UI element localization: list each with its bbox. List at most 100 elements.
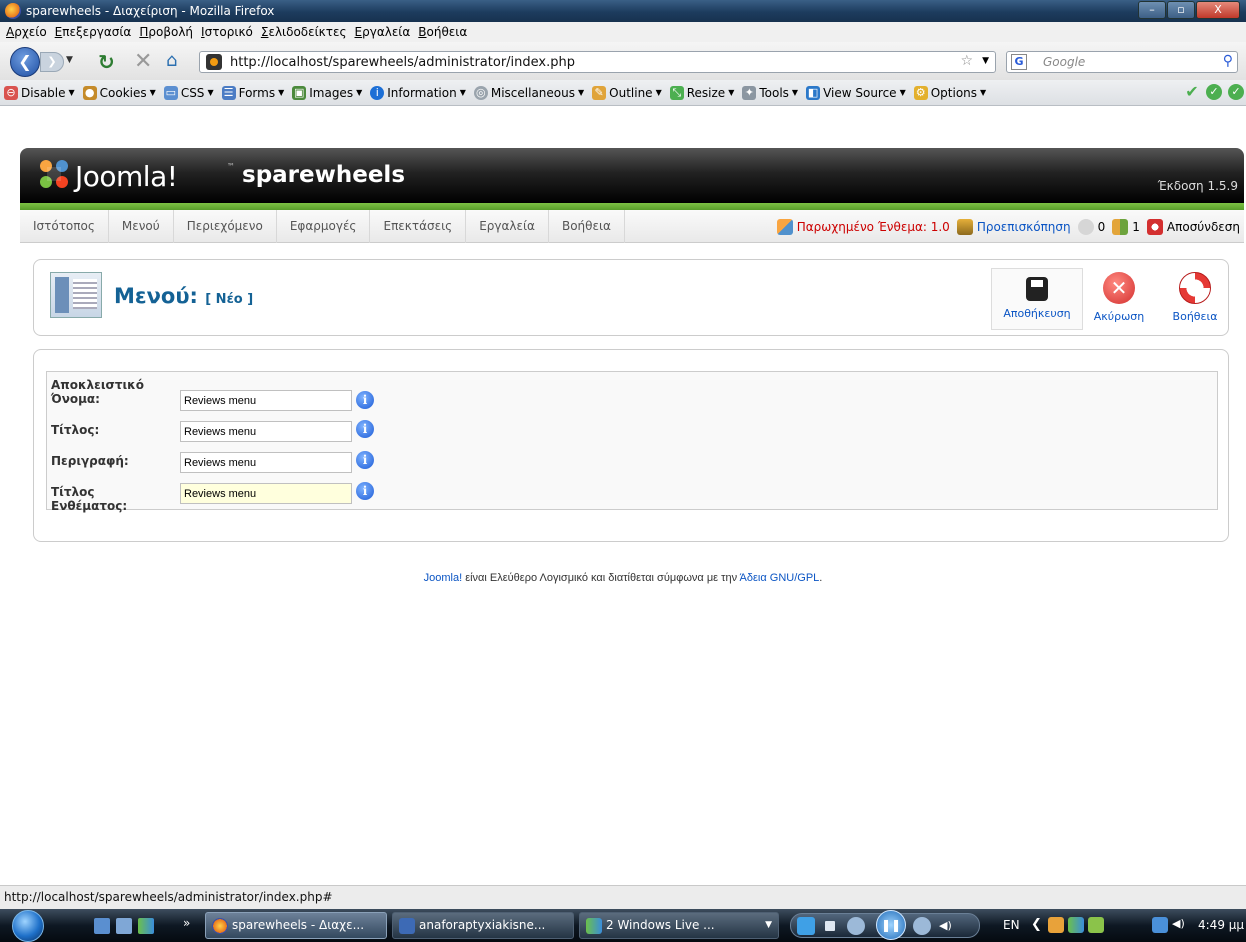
- description-input[interactable]: Reviews menu: [180, 452, 352, 473]
- search-box[interactable]: G Google ⚲: [1006, 51, 1238, 73]
- trademark-mark: ™: [227, 162, 235, 171]
- tray-messenger-icon[interactable]: [1068, 917, 1084, 933]
- tray-security-icon[interactable]: [1088, 917, 1104, 933]
- search-icon[interactable]: ⚲: [1223, 53, 1233, 69]
- quicklaunch-more-icon[interactable]: »: [183, 916, 190, 930]
- validation-status: ✔ ✓ ✓: [1184, 84, 1244, 100]
- menu-help[interactable]: Βοήθεια: [549, 210, 625, 243]
- back-button[interactable]: ❮: [10, 47, 40, 77]
- stop-icon[interactable]: ✕: [134, 49, 152, 74]
- menu-help[interactable]: Βοήθεια: [418, 25, 467, 39]
- home-icon[interactable]: ⌂: [166, 50, 177, 71]
- users-online-count[interactable]: 1: [1112, 218, 1140, 235]
- logout-link[interactable]: Αποσύνδεση: [1146, 218, 1240, 235]
- address-bar[interactable]: http://localhost/sparewheels/administrat…: [199, 51, 996, 73]
- history-dropdown-icon[interactable]: ▼: [66, 55, 73, 65]
- tools-icon: ✦: [742, 85, 757, 100]
- tray-expand-icon[interactable]: ❮: [1031, 917, 1042, 932]
- cancel-button[interactable]: ✕ Ακύρωση: [1088, 268, 1150, 330]
- unique-name-input[interactable]: Reviews menu: [180, 390, 352, 411]
- dev-miscellaneous-button[interactable]: ◎ Miscellaneous ▼: [473, 85, 584, 100]
- status-text: http://localhost/sparewheels/administrat…: [4, 890, 333, 904]
- dev-disable-button[interactable]: ⊖ Disable ▼: [4, 85, 75, 100]
- form-fieldset: Αποκλειστικό Όνομα: Reviews menu i Τίτλο…: [46, 371, 1218, 513]
- menu-menus[interactable]: Μενού: [109, 210, 174, 243]
- close-button[interactable]: X: [1196, 1, 1240, 19]
- module-title-input[interactable]: Reviews menu: [180, 483, 352, 504]
- dev-resize-button[interactable]: ⤡ Resize ▼: [669, 85, 734, 100]
- task-windows-live[interactable]: 2 Windows Live ... ▼: [579, 912, 779, 939]
- pause-icon[interactable]: ❚❚: [876, 910, 906, 940]
- menu-edit[interactable]: Επεξεργασία: [55, 25, 132, 39]
- title-input[interactable]: Reviews menu: [180, 421, 352, 442]
- dev-information-button[interactable]: i Information ▼: [370, 85, 466, 100]
- menu-site[interactable]: Ιστότοπος: [20, 210, 109, 243]
- help-button[interactable]: Βοήθεια: [1164, 268, 1226, 330]
- css-valid-icon[interactable]: ✓: [1206, 84, 1222, 100]
- browser-status-bar: http://localhost/sparewheels/administrat…: [0, 885, 1246, 909]
- preview-link[interactable]: Προεπισκόπηση: [956, 218, 1071, 235]
- module-title-info-icon[interactable]: i: [356, 482, 374, 500]
- dev-options-button[interactable]: ⚙ Options ▼: [913, 85, 986, 100]
- messenger-icon[interactable]: [138, 918, 154, 934]
- dev-outline-button[interactable]: ✎ Outline ▼: [592, 85, 662, 100]
- url-dropdown-icon[interactable]: ▼: [982, 56, 989, 66]
- dev-images-button[interactable]: ▣ Images ▼: [292, 85, 362, 100]
- dev-view-source-button[interactable]: ◧ View Source ▼: [806, 85, 906, 100]
- window-titlebar[interactable]: sparewheels - Διαχείριση - Mozilla Firef…: [0, 0, 1246, 22]
- menu-form: Αποκλειστικό Όνομα: Reviews menu i Τίτλο…: [33, 349, 1229, 542]
- save-button[interactable]: Αποθήκευση: [991, 268, 1083, 330]
- google-engine-icon[interactable]: G: [1011, 54, 1027, 70]
- menu-extensions[interactable]: Επεκτάσεις: [370, 210, 467, 243]
- dev-cookies-button[interactable]: ● Cookies ▼: [82, 85, 156, 100]
- forward-button[interactable]: ❯: [40, 52, 64, 72]
- outline-icon: ✎: [592, 85, 607, 100]
- previous-track-icon[interactable]: [847, 917, 865, 935]
- task-firefox[interactable]: sparewheels - Διαχε...: [205, 912, 387, 939]
- menu-components[interactable]: Εφαρμογές: [277, 210, 371, 243]
- start-button[interactable]: [12, 910, 44, 942]
- maximize-button[interactable]: ▫: [1167, 1, 1195, 19]
- dev-css-button[interactable]: ▭ CSS ▼: [163, 85, 214, 100]
- title-label: Τίτλος:: [51, 423, 100, 437]
- tray-volume-icon[interactable]: ◀): [1172, 917, 1188, 933]
- menu-history[interactable]: Ιστορικό: [201, 25, 253, 39]
- menu-tools[interactable]: Εργαλεία: [355, 25, 411, 39]
- menu-bookmarks[interactable]: Σελιδοδείκτες: [261, 25, 347, 39]
- title-info-icon[interactable]: i: [356, 420, 374, 438]
- minimize-button[interactable]: –: [1138, 1, 1166, 19]
- dev-tools-button[interactable]: ✦ Tools ▼: [742, 85, 798, 100]
- address-text[interactable]: http://localhost/sparewheels/administrat…: [230, 55, 575, 70]
- menu-tools[interactable]: Εργαλεία: [466, 210, 549, 243]
- switch-windows-icon[interactable]: [116, 918, 132, 934]
- menu-content[interactable]: Περιεχόμενο: [174, 210, 277, 243]
- bookmark-star-icon[interactable]: ☆: [960, 53, 973, 69]
- language-indicator[interactable]: EN: [1003, 918, 1020, 932]
- task-word-document[interactable]: anaforaptyxiakisne...: [392, 912, 574, 939]
- description-label: Περιγραφή:: [51, 454, 129, 468]
- media-player-icon[interactable]: [797, 917, 815, 935]
- messages-count[interactable]: 0: [1077, 218, 1105, 235]
- html-valid-icon[interactable]: ✓: [1228, 84, 1244, 100]
- show-desktop-icon[interactable]: [94, 918, 110, 934]
- volume-icon[interactable]: ◀): [939, 917, 957, 935]
- legacy-status[interactable]: Παρωχημένο Ένθεμα: 1.0: [776, 218, 950, 235]
- next-track-icon[interactable]: [913, 917, 931, 935]
- gpl-license-link[interactable]: Άδεια GNU/GPL: [740, 572, 820, 584]
- logout-icon: [1146, 218, 1163, 235]
- menu-view[interactable]: Προβολή: [139, 25, 193, 39]
- tray-app-icon[interactable]: [1048, 917, 1064, 933]
- stop-media-icon[interactable]: [825, 921, 835, 931]
- unique-name-info-icon[interactable]: i: [356, 391, 374, 409]
- clock[interactable]: 4:49 μμ: [1198, 918, 1244, 932]
- joomla-link[interactable]: Joomla!: [424, 572, 463, 584]
- check-icon[interactable]: ✔: [1184, 84, 1200, 100]
- menu-file[interactable]: Αρχείο: [6, 25, 47, 39]
- search-placeholder[interactable]: Google: [1043, 55, 1085, 69]
- description-info-icon[interactable]: i: [356, 451, 374, 469]
- reload-icon[interactable]: ↻: [98, 50, 115, 74]
- network-icon[interactable]: [1152, 917, 1168, 933]
- footer-end: .: [819, 572, 823, 584]
- dev-forms-button[interactable]: ☰ Forms ▼: [221, 85, 284, 100]
- firefox-icon: [5, 3, 21, 19]
